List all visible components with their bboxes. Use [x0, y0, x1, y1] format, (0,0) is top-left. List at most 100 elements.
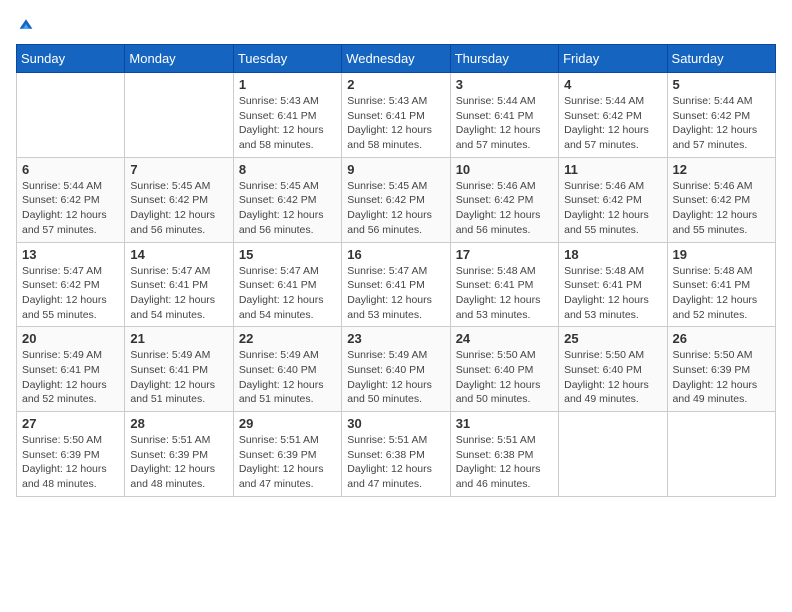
- calendar-week-row: 13 Sunrise: 5:47 AMSunset: 6:42 PMDayligh…: [17, 242, 776, 327]
- day-info: Sunrise: 5:46 AMSunset: 6:42 PMDaylight:…: [564, 179, 661, 238]
- day-info: Sunrise: 5:43 AMSunset: 6:41 PMDaylight:…: [239, 94, 336, 153]
- calendar-day-cell: [559, 412, 667, 497]
- day-info: Sunrise: 5:51 AMSunset: 6:39 PMDaylight:…: [239, 433, 336, 492]
- day-number: 16: [347, 247, 444, 262]
- day-number: 20: [22, 331, 119, 346]
- day-number: 18: [564, 247, 661, 262]
- calendar-week-row: 6Sunrise: 5:44 AMSunset: 6:42 PMDaylight…: [17, 157, 776, 242]
- day-number: 8: [239, 162, 336, 177]
- calendar-day-cell: [125, 73, 233, 158]
- logo: [16, 16, 34, 32]
- day-number: 26: [673, 331, 770, 346]
- calendar-day-cell: 7 Sunrise: 5:45 AMSunset: 6:42 PMDaylight…: [125, 157, 233, 242]
- day-info: Sunrise: 5:48 AMSunset: 6:41 PMDaylight:…: [564, 264, 661, 323]
- day-info: Sunrise: 5:50 AMSunset: 6:40 PMDaylight:…: [564, 348, 661, 407]
- day-info: Sunrise: 5:48 AMSunset: 6:41 PMDaylight:…: [456, 264, 553, 323]
- calendar-day-cell: 8 Sunrise: 5:45 AMSunset: 6:42 PMDaylight…: [233, 157, 341, 242]
- calendar-day-cell: 27Sunrise: 5:50 AMSunset: 6:39 PMDayligh…: [17, 412, 125, 497]
- day-info: Sunrise: 5:44 AMSunset: 6:41 PMDaylight:…: [456, 94, 553, 153]
- day-number: 1: [239, 77, 336, 92]
- calendar-day-cell: 18 Sunrise: 5:48 AMSunset: 6:41 PMDayligh…: [559, 242, 667, 327]
- calendar-week-row: 20 Sunrise: 5:49 AMSunset: 6:41 PMDayligh…: [17, 327, 776, 412]
- weekday-header: Sunday: [17, 45, 125, 73]
- calendar-day-cell: [17, 73, 125, 158]
- day-number: 19: [673, 247, 770, 262]
- day-number: 30: [347, 416, 444, 431]
- calendar-week-row: 27Sunrise: 5:50 AMSunset: 6:39 PMDayligh…: [17, 412, 776, 497]
- calendar-day-cell: 4 Sunrise: 5:44 AMSunset: 6:42 PMDaylight…: [559, 73, 667, 158]
- calendar-day-cell: 24 Sunrise: 5:50 AMSunset: 6:40 PMDayligh…: [450, 327, 558, 412]
- calendar-day-cell: 3 Sunrise: 5:44 AMSunset: 6:41 PMDaylight…: [450, 73, 558, 158]
- calendar-day-cell: 2 Sunrise: 5:43 AMSunset: 6:41 PMDaylight…: [342, 73, 450, 158]
- day-number: 5: [673, 77, 770, 92]
- calendar-week-row: 1 Sunrise: 5:43 AMSunset: 6:41 PMDaylight…: [17, 73, 776, 158]
- weekday-header: Wednesday: [342, 45, 450, 73]
- calendar-day-cell: 19Sunrise: 5:48 AMSunset: 6:41 PMDayligh…: [667, 242, 775, 327]
- calendar-day-cell: 20 Sunrise: 5:49 AMSunset: 6:41 PMDayligh…: [17, 327, 125, 412]
- day-number: 15: [239, 247, 336, 262]
- day-number: 3: [456, 77, 553, 92]
- day-info: Sunrise: 5:50 AMSunset: 6:40 PMDaylight:…: [456, 348, 553, 407]
- page-header: [16, 16, 776, 32]
- calendar-day-cell: 21 Sunrise: 5:49 AMSunset: 6:41 PMDayligh…: [125, 327, 233, 412]
- day-info: Sunrise: 5:49 AMSunset: 6:40 PMDaylight:…: [347, 348, 444, 407]
- weekday-header: Monday: [125, 45, 233, 73]
- day-info: Sunrise: 5:49 AMSunset: 6:40 PMDaylight:…: [239, 348, 336, 407]
- day-info: Sunrise: 5:47 AMSunset: 6:41 PMDaylight:…: [347, 264, 444, 323]
- calendar-day-cell: 10 Sunrise: 5:46 AMSunset: 6:42 PMDayligh…: [450, 157, 558, 242]
- logo-icon: [18, 16, 34, 32]
- day-info: Sunrise: 5:47 AMSunset: 6:42 PMDaylight:…: [22, 264, 119, 323]
- day-number: 23: [347, 331, 444, 346]
- calendar-table: SundayMondayTuesdayWednesdayThursdayFrid…: [16, 44, 776, 497]
- calendar-day-cell: 14 Sunrise: 5:47 AMSunset: 6:41 PMDayligh…: [125, 242, 233, 327]
- day-info: Sunrise: 5:43 AMSunset: 6:41 PMDaylight:…: [347, 94, 444, 153]
- day-number: 28: [130, 416, 227, 431]
- day-info: Sunrise: 5:51 AMSunset: 6:39 PMDaylight:…: [130, 433, 227, 492]
- calendar-day-cell: 15 Sunrise: 5:47 AMSunset: 6:41 PMDayligh…: [233, 242, 341, 327]
- day-info: Sunrise: 5:49 AMSunset: 6:41 PMDaylight:…: [130, 348, 227, 407]
- weekday-header: Saturday: [667, 45, 775, 73]
- weekday-header: Tuesday: [233, 45, 341, 73]
- calendar-header-row: SundayMondayTuesdayWednesdayThursdayFrid…: [17, 45, 776, 73]
- day-info: Sunrise: 5:49 AMSunset: 6:41 PMDaylight:…: [22, 348, 119, 407]
- calendar-day-cell: 30 Sunrise: 5:51 AMSunset: 6:38 PMDayligh…: [342, 412, 450, 497]
- calendar-day-cell: 23 Sunrise: 5:49 AMSunset: 6:40 PMDayligh…: [342, 327, 450, 412]
- calendar-day-cell: 9Sunrise: 5:45 AMSunset: 6:42 PMDaylight…: [342, 157, 450, 242]
- calendar-day-cell: 29 Sunrise: 5:51 AMSunset: 6:39 PMDayligh…: [233, 412, 341, 497]
- calendar-day-cell: 25Sunrise: 5:50 AMSunset: 6:40 PMDayligh…: [559, 327, 667, 412]
- calendar-day-cell: 1 Sunrise: 5:43 AMSunset: 6:41 PMDaylight…: [233, 73, 341, 158]
- day-number: 22: [239, 331, 336, 346]
- day-number: 21: [130, 331, 227, 346]
- calendar-day-cell: 13 Sunrise: 5:47 AMSunset: 6:42 PMDayligh…: [17, 242, 125, 327]
- day-number: 14: [130, 247, 227, 262]
- calendar-day-cell: 28 Sunrise: 5:51 AMSunset: 6:39 PMDayligh…: [125, 412, 233, 497]
- day-info: Sunrise: 5:50 AMSunset: 6:39 PMDaylight:…: [673, 348, 770, 407]
- day-info: Sunrise: 5:51 AMSunset: 6:38 PMDaylight:…: [347, 433, 444, 492]
- day-number: 4: [564, 77, 661, 92]
- calendar-day-cell: [667, 412, 775, 497]
- day-number: 29: [239, 416, 336, 431]
- day-info: Sunrise: 5:45 AMSunset: 6:42 PMDaylight:…: [347, 179, 444, 238]
- day-number: 2: [347, 77, 444, 92]
- day-number: 12: [673, 162, 770, 177]
- day-info: Sunrise: 5:45 AMSunset: 6:42 PMDaylight:…: [130, 179, 227, 238]
- day-info: Sunrise: 5:44 AMSunset: 6:42 PMDaylight:…: [564, 94, 661, 153]
- day-info: Sunrise: 5:45 AMSunset: 6:42 PMDaylight:…: [239, 179, 336, 238]
- day-number: 10: [456, 162, 553, 177]
- calendar-day-cell: 17 Sunrise: 5:48 AMSunset: 6:41 PMDayligh…: [450, 242, 558, 327]
- day-info: Sunrise: 5:47 AMSunset: 6:41 PMDaylight:…: [130, 264, 227, 323]
- day-number: 11: [564, 162, 661, 177]
- day-number: 6: [22, 162, 119, 177]
- calendar-day-cell: 6Sunrise: 5:44 AMSunset: 6:42 PMDaylight…: [17, 157, 125, 242]
- day-info: Sunrise: 5:47 AMSunset: 6:41 PMDaylight:…: [239, 264, 336, 323]
- day-info: Sunrise: 5:51 AMSunset: 6:38 PMDaylight:…: [456, 433, 553, 492]
- day-number: 24: [456, 331, 553, 346]
- calendar-day-cell: 22 Sunrise: 5:49 AMSunset: 6:40 PMDayligh…: [233, 327, 341, 412]
- day-info: Sunrise: 5:46 AMSunset: 6:42 PMDaylight:…: [456, 179, 553, 238]
- day-info: Sunrise: 5:46 AMSunset: 6:42 PMDaylight:…: [673, 179, 770, 238]
- day-number: 7: [130, 162, 227, 177]
- day-number: 17: [456, 247, 553, 262]
- calendar-day-cell: 31Sunrise: 5:51 AMSunset: 6:38 PMDayligh…: [450, 412, 558, 497]
- day-number: 13: [22, 247, 119, 262]
- calendar-day-cell: 12 Sunrise: 5:46 AMSunset: 6:42 PMDayligh…: [667, 157, 775, 242]
